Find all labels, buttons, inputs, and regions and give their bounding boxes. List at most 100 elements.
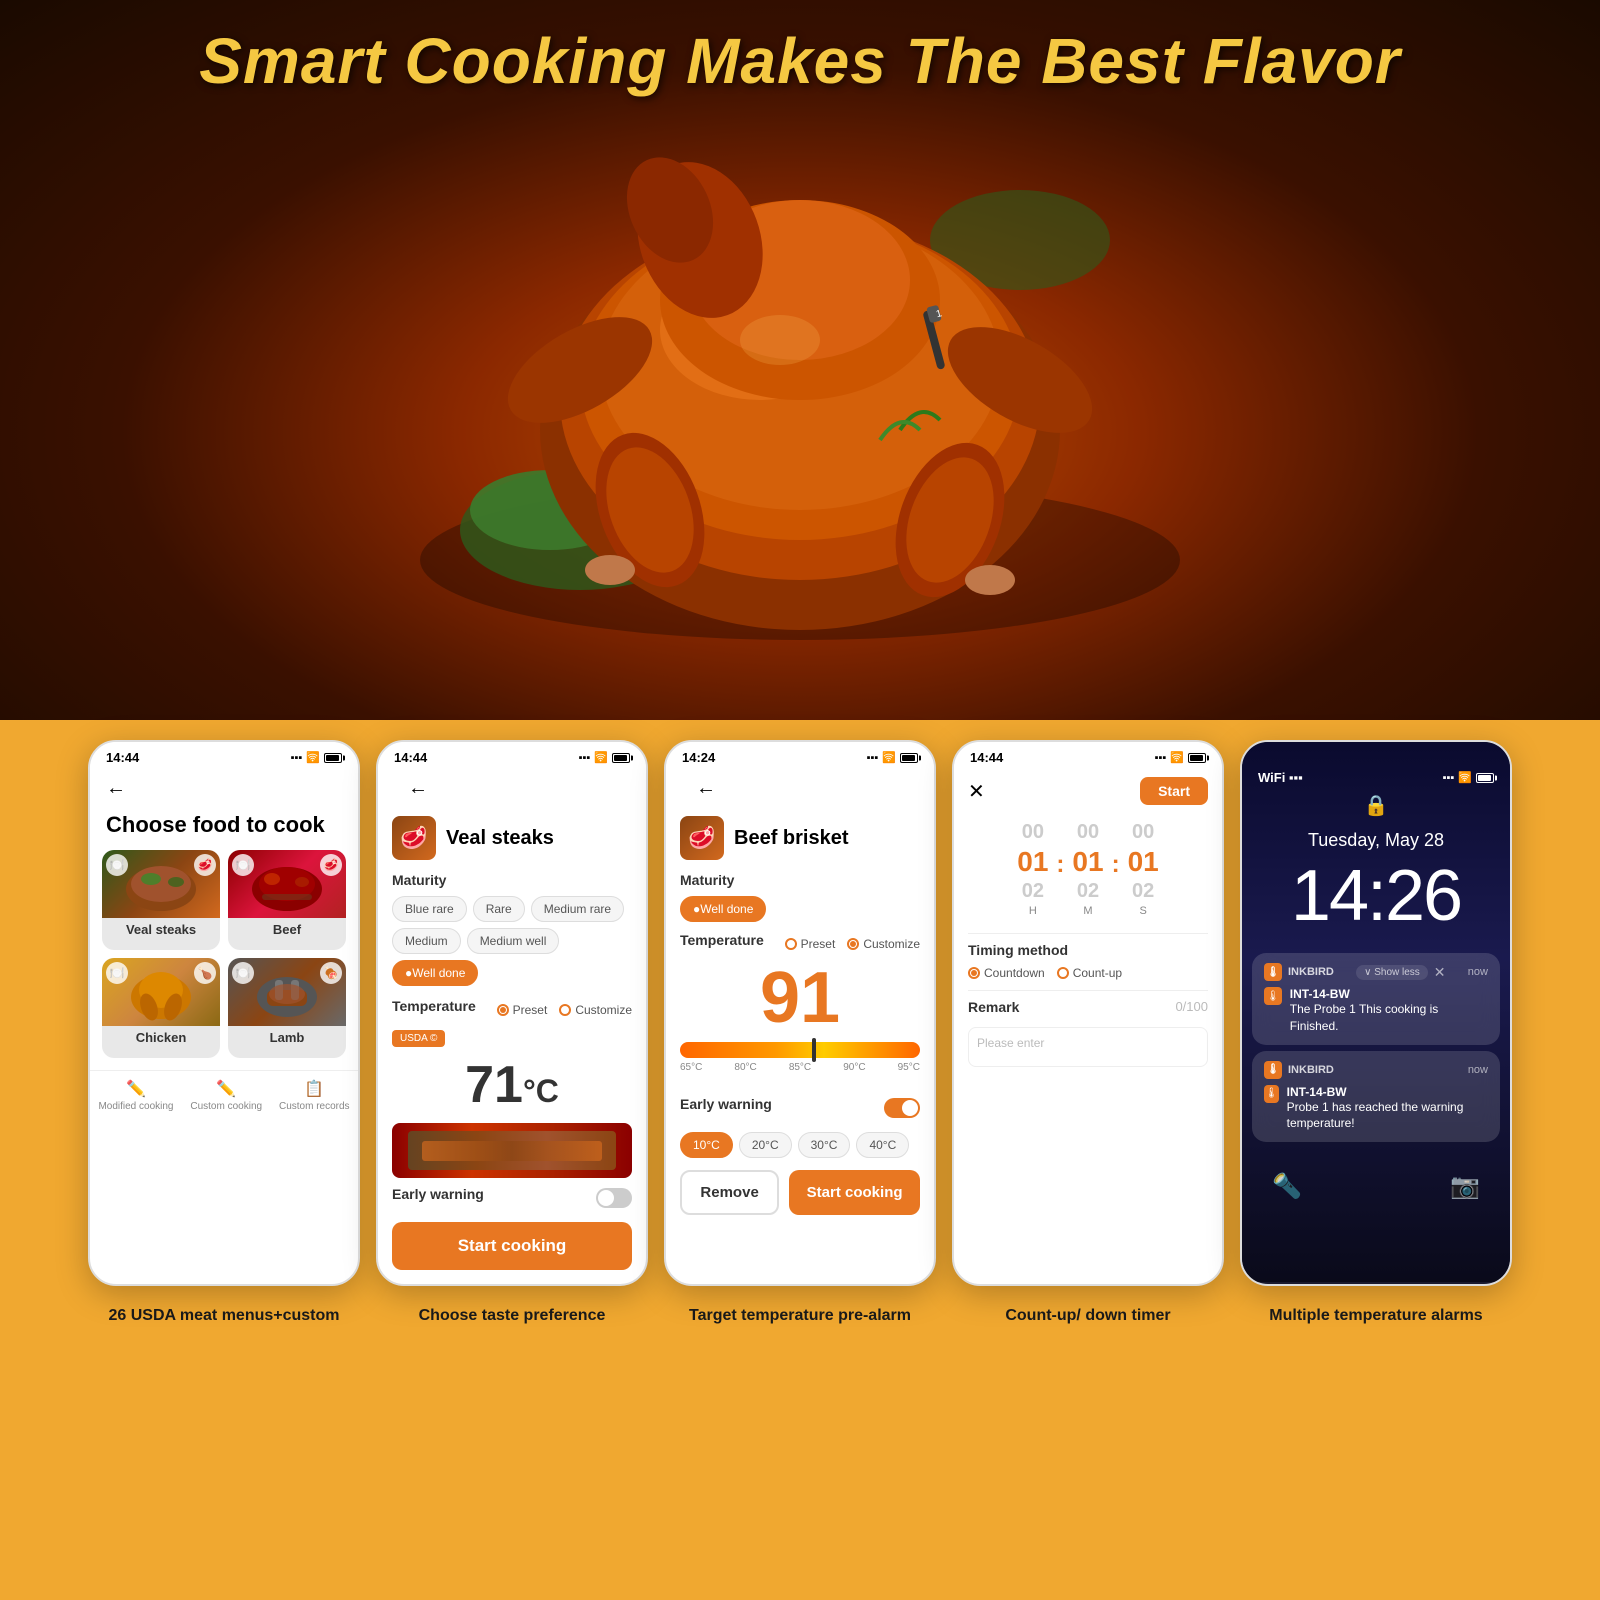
phone4-timing-method: Timing method Countdown Count-up [968, 942, 1208, 980]
phone1-food-card-veal[interactable]: 🍽️ 🥩 Veal steaks [102, 850, 220, 950]
phone2-steak-visual [392, 1123, 632, 1178]
phone2-usda-badge: USDA © [392, 1030, 445, 1047]
phone1-food-card-beef[interactable]: 🍽️ 🥩 Beef [228, 850, 346, 950]
lock-date: Tuesday, May 28 [1242, 830, 1510, 851]
phone4-timer-scroll[interactable]: 00 01 02 H : 00 01 02 M : [968, 821, 1208, 917]
notif1-close[interactable]: ✕ [1434, 964, 1446, 981]
caption-2: Choose taste preference [376, 1306, 648, 1327]
modified-cooking-tab[interactable]: ✏️ Modified cooking [98, 1079, 173, 1112]
chip-10[interactable]: 10°C [680, 1132, 733, 1158]
modified-icon: ✏️ [126, 1079, 146, 1099]
remark-header: Remark 0/100 [968, 999, 1208, 1023]
phone2-content: ← 🥩 Veal steaks Maturity Blue rare Rare … [378, 769, 646, 1284]
remark-input-placeholder[interactable]: Please enter [968, 1027, 1208, 1067]
phone1-back-button[interactable]: ← [90, 769, 358, 808]
maturity-medium[interactable]: Medium [392, 928, 461, 954]
countdown-label: Countdown [984, 966, 1045, 980]
chip-30[interactable]: 30°C [798, 1132, 851, 1158]
phone3-time: 14:24 [682, 750, 715, 765]
phone3-preset-option[interactable]: Preset [785, 937, 836, 951]
maturity-rare[interactable]: Rare [473, 896, 525, 922]
phone1-status-bar: 14:44 ▪▪▪ 🛜 [90, 742, 358, 769]
steak-center [422, 1141, 602, 1161]
signal-icon: ▪▪▪ [291, 752, 303, 764]
sec-column: 00 01 02 S [1128, 821, 1159, 917]
phone1-content: ← Choose food to cook 🍽️ 🥩 Veal steaks [90, 769, 358, 1132]
phone3-customize-option[interactable]: Customize [847, 937, 920, 951]
battery-icon2 [612, 753, 630, 763]
gauge-labels: 65°C 80°C 85°C 90°C 95°C [680, 1062, 920, 1073]
colon2: : [1112, 851, 1120, 887]
phone3-well-done-btn[interactable]: ●Well done [680, 896, 766, 922]
countdown-option[interactable]: Countdown [968, 966, 1045, 980]
phone5-status-icons: ▪▪▪ 🛜 [1443, 771, 1494, 784]
flashlight-icon[interactable]: 🔦 [1272, 1172, 1302, 1201]
maturity-well-done[interactable]: ●Well done [392, 960, 478, 986]
signal-icon2: ▪▪▪ [579, 752, 591, 764]
notif1-show-less[interactable]: ∨ Show less [1356, 965, 1428, 980]
sec-top: 00 [1132, 821, 1154, 844]
phone4-divider2 [968, 990, 1208, 991]
maturity-blue-rare[interactable]: Blue rare [392, 896, 467, 922]
phone2-status-icons: ▪▪▪ 🛜 [579, 751, 630, 764]
signal-icon4: ▪▪▪ [1155, 752, 1167, 764]
phone2-start-cooking-button[interactable]: Start cooking [392, 1222, 632, 1270]
modified-label: Modified cooking [98, 1101, 173, 1112]
phone1-food-card-lamb[interactable]: 🍽️ 🍖 Lamb [228, 958, 346, 1058]
phone2-maturity-label: Maturity [392, 872, 632, 888]
notif2-app-icon: 🌡 [1264, 1085, 1279, 1103]
colon1: : [1056, 851, 1064, 887]
phone4-divider1 [968, 933, 1208, 934]
notification-1: 🌡 INKBIRD ∨ Show less ✕ now 🌡 INT-14-BW [1252, 953, 1500, 1045]
phone3-preset-label: Preset [801, 937, 836, 951]
phone3-temp-row: Temperature Preset Customize [680, 932, 920, 956]
custom-records-tab[interactable]: 📋 Custom records [279, 1079, 350, 1112]
phone3-start-button[interactable]: Start cooking [789, 1170, 920, 1215]
hour-top: 00 [1022, 821, 1044, 844]
custom-cooking-tab[interactable]: ✏️ Custom cooking [190, 1079, 262, 1112]
phone3-status-icons: ▪▪▪ 🛜 [867, 751, 918, 764]
phone4-start-button[interactable]: Start [1140, 777, 1208, 805]
chip-20[interactable]: 20°C [739, 1132, 792, 1158]
battery-icon [324, 753, 342, 763]
phone1-bottom-tabs: ✏️ Modified cooking ✏️ Custom cooking 📋 … [90, 1070, 358, 1116]
phone1-food-card-chicken[interactable]: 🍽️ 🍗 Chicken [102, 958, 220, 1058]
battery-icon4 [1188, 753, 1206, 763]
notif2-header: 🌡 INKBIRD now [1264, 1061, 1488, 1079]
remark-label: Remark [968, 999, 1019, 1015]
phone3-back-button[interactable]: ← [680, 769, 920, 808]
min-mid: 01 [1072, 846, 1103, 878]
phone2-food-img: 🥩 [392, 816, 436, 860]
lamb-icon-left: 🍽️ [232, 962, 254, 984]
beef-icon-right: 🥩 [320, 854, 342, 876]
phone3-actions: Remove Start cooking [680, 1170, 920, 1215]
phone3-early-label: Early warning [680, 1096, 772, 1112]
chip-40[interactable]: 40°C [856, 1132, 909, 1158]
phone2-preset-option[interactable]: Preset [497, 1003, 548, 1017]
signal-icon3: ▪▪▪ [867, 752, 879, 764]
battery-icon5 [1476, 773, 1494, 783]
phone2-toggle[interactable] [596, 1188, 632, 1208]
notif1-text: INT-14-BW The Probe 1 This cooking is Fi… [1290, 987, 1488, 1035]
maturity-medium-rare[interactable]: Medium rare [531, 896, 624, 922]
phone4-header: ✕ Start [968, 769, 1208, 813]
phone2-early-warning: Early warning [392, 1186, 632, 1210]
phone2-customize-option[interactable]: Customize [559, 1003, 632, 1017]
notif1-controls: ∨ Show less ✕ [1356, 964, 1445, 981]
phone3-remove-button[interactable]: Remove [680, 1170, 779, 1215]
notif2-app-name: INT-14-BW [1287, 1085, 1488, 1099]
bottom-section: 14:44 ▪▪▪ 🛜 ← Choose food to cook 🍽️ [0, 720, 1600, 1357]
countup-option[interactable]: Count-up [1057, 966, 1122, 980]
phone3-toggle[interactable] [884, 1098, 920, 1118]
maturity-medium-well[interactable]: Medium well [467, 928, 560, 954]
custom-label: Custom cooking [190, 1101, 262, 1112]
camera-icon[interactable]: 📷 [1450, 1172, 1480, 1201]
phone1-time: 14:44 [106, 750, 139, 765]
phone4-close-button[interactable]: ✕ [968, 779, 985, 804]
countup-label: Count-up [1073, 966, 1122, 980]
inkbird-logo2: 🌡 [1264, 1061, 1282, 1079]
gauge-label-1: 65°C [680, 1062, 702, 1073]
phone2-back-button[interactable]: ← [392, 769, 632, 808]
caption-5: Multiple temperature alarms [1240, 1306, 1512, 1327]
phone3-food-header: 🥩 Beef brisket [680, 808, 920, 872]
